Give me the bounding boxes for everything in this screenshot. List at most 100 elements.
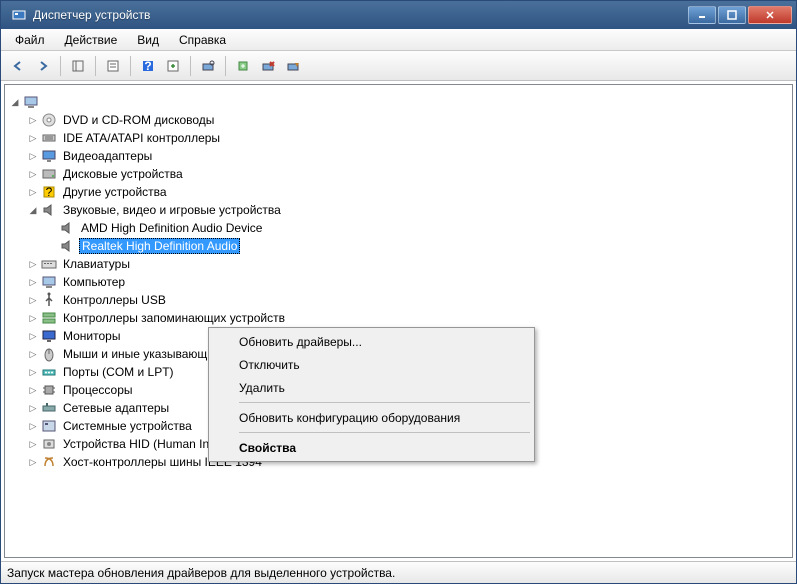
expand-icon[interactable]: ▷ (27, 384, 39, 396)
menu-action[interactable]: Действие (57, 31, 126, 49)
window-title: Диспетчер устройств (33, 8, 688, 22)
category-icon (41, 454, 57, 470)
device-manager-window: Диспетчер устройств Файл Действие Вид Сп… (0, 0, 797, 584)
expand-icon[interactable]: ▷ (27, 186, 39, 198)
category-label[interactable]: Мониторы (61, 329, 122, 343)
expand-icon[interactable]: ▷ (27, 330, 39, 342)
category-node[interactable]: ▷ Видеоадаптеры (9, 147, 788, 165)
statusbar: Запуск мастера обновления драйверов для … (1, 561, 796, 583)
category-node[interactable]: ▷ Контроллеры запоминающих устройств (9, 309, 788, 327)
titlebar[interactable]: Диспетчер устройств (1, 1, 796, 29)
maximize-button[interactable] (718, 6, 746, 24)
context-menu-item[interactable]: Отключить (211, 353, 532, 376)
minimize-button[interactable] (688, 6, 716, 24)
category-icon (41, 166, 57, 182)
expand-icon[interactable]: ▷ (27, 114, 39, 126)
context-menu: Обновить драйверы...ОтключитьУдалить Обно… (208, 327, 535, 462)
category-node[interactable]: ▷ Контроллеры USB (9, 291, 788, 309)
category-label[interactable]: Клавиатуры (61, 257, 132, 271)
device-node[interactable]: Realtek High Definition Audio (9, 237, 788, 255)
category-node[interactable]: ▷ Клавиатуры (9, 255, 788, 273)
back-button[interactable] (7, 55, 29, 77)
category-icon (41, 328, 57, 344)
status-text: Запуск мастера обновления драйверов для … (7, 566, 395, 580)
menu-separator (239, 402, 530, 403)
expand-icon[interactable]: ▷ (27, 294, 39, 306)
category-label[interactable]: Звуковые, видео и игровые устройства (61, 203, 283, 217)
expand-icon[interactable]: ▷ (27, 402, 39, 414)
category-icon (41, 292, 57, 308)
category-icon (41, 130, 57, 146)
category-icon (41, 256, 57, 272)
expand-icon[interactable]: ▷ (27, 366, 39, 378)
svg-text:?: ? (46, 185, 53, 199)
category-node[interactable]: ▷? Другие устройства (9, 183, 788, 201)
device-label[interactable]: Realtek High Definition Audio (79, 238, 240, 254)
category-node[interactable]: ▷ DVD и CD-ROM дисководы (9, 111, 788, 129)
expand-icon[interactable]: ▷ (27, 420, 39, 432)
category-label[interactable]: Другие устройства (61, 185, 169, 199)
expand-icon[interactable]: ▷ (27, 348, 39, 360)
category-icon (41, 382, 57, 398)
expand-icon[interactable]: ▷ (27, 132, 39, 144)
sound-icon (59, 238, 75, 254)
category-label[interactable]: Компьютер (61, 275, 127, 289)
category-node[interactable]: ◢ Звуковые, видео и игровые устройства (9, 201, 788, 219)
tree-root[interactable]: ◢ (9, 93, 788, 111)
update-driver-button[interactable] (232, 55, 254, 77)
expand-icon[interactable]: ▷ (27, 168, 39, 180)
category-label[interactable]: Дисковые устройства (61, 167, 185, 181)
expand-icon[interactable]: ▷ (27, 276, 39, 288)
device-tree[interactable]: ◢ ▷ DVD и CD-ROM дисководы ▷ IDE ATA/ATAPI к… (4, 84, 793, 558)
context-menu-item[interactable]: Обновить конфигурацию оборудования (211, 406, 532, 429)
category-icon (41, 274, 57, 290)
category-label[interactable]: DVD и CD-ROM дисководы (61, 113, 216, 127)
category-label[interactable]: Сетевые адаптеры (61, 401, 171, 415)
forward-button[interactable] (32, 55, 54, 77)
category-label[interactable]: Контроллеры USB (61, 293, 168, 307)
category-node[interactable]: ▷ Дисковые устройства (9, 165, 788, 183)
category-icon (41, 400, 57, 416)
scan-hardware-button[interactable] (197, 55, 219, 77)
category-label[interactable]: Процессоры (61, 383, 135, 397)
collapse-icon[interactable]: ◢ (9, 96, 21, 108)
expand-icon[interactable]: ▷ (27, 438, 39, 450)
expand-icon[interactable]: ▷ (27, 150, 39, 162)
context-menu-item[interactable]: Свойства (211, 436, 532, 459)
category-icon (41, 364, 57, 380)
category-icon (41, 310, 57, 326)
disable-button[interactable] (282, 55, 304, 77)
category-label[interactable]: IDE ATA/ATAPI контроллеры (61, 131, 222, 145)
menu-file[interactable]: Файл (7, 31, 53, 49)
category-icon (41, 436, 57, 452)
category-icon (41, 202, 57, 218)
device-node[interactable]: AMD High Definition Audio Device (9, 219, 788, 237)
expand-icon[interactable]: ▷ (27, 312, 39, 324)
show-hide-tree-button[interactable] (67, 55, 89, 77)
close-button[interactable] (748, 6, 792, 24)
help-button[interactable]: ? (137, 55, 159, 77)
menu-separator (239, 432, 530, 433)
category-label[interactable]: Порты (COM и LPT) (61, 365, 176, 379)
category-icon (41, 148, 57, 164)
toolbar: ? (1, 51, 796, 81)
category-icon (41, 346, 57, 362)
sound-icon (59, 220, 75, 236)
menu-help[interactable]: Справка (171, 31, 234, 49)
expand-icon[interactable]: ▷ (27, 456, 39, 468)
context-menu-item[interactable]: Обновить драйверы... (211, 330, 532, 353)
category-node[interactable]: ▷ Компьютер (9, 273, 788, 291)
menu-view[interactable]: Вид (129, 31, 167, 49)
category-label[interactable]: Видеоадаптеры (61, 149, 154, 163)
device-label[interactable]: AMD High Definition Audio Device (79, 221, 264, 235)
collapse-icon[interactable]: ◢ (27, 204, 39, 216)
category-label[interactable]: Системные устройства (61, 419, 194, 433)
expand-icon[interactable]: ▷ (27, 258, 39, 270)
uninstall-button[interactable] (257, 55, 279, 77)
action-button[interactable] (162, 55, 184, 77)
category-icon: ? (41, 184, 57, 200)
category-node[interactable]: ▷ IDE ATA/ATAPI контроллеры (9, 129, 788, 147)
category-label[interactable]: Контроллеры запоминающих устройств (61, 311, 287, 325)
context-menu-item[interactable]: Удалить (211, 376, 532, 399)
properties-button[interactable] (102, 55, 124, 77)
